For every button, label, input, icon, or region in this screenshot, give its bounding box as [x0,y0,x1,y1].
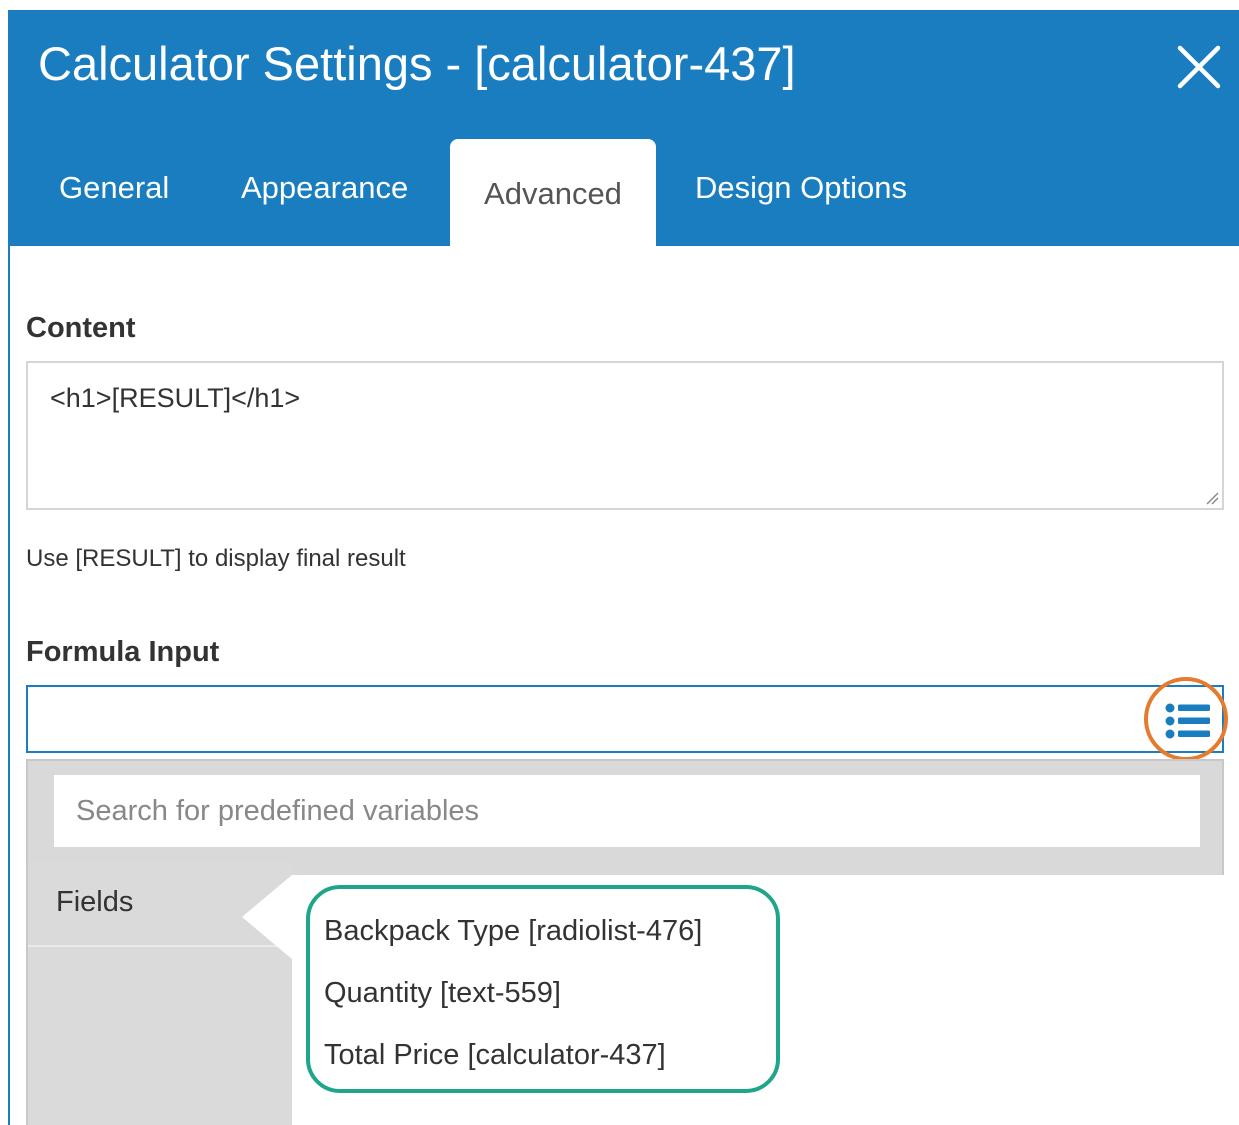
tab-appearance[interactable]: Appearance [241,170,408,206]
list-icon-highlight [1144,677,1228,761]
formula-input-label: Formula Input [26,636,220,668]
formula-input[interactable] [26,685,1224,753]
tab-design-options[interactable]: Design Options [695,170,907,206]
calculator-settings-dialog: Calculator Settings - [calculator-437] G… [8,10,1239,1125]
dialog-header: Calculator Settings - [calculator-437] G… [10,10,1239,249]
category-label: Fields [56,886,134,918]
variables-dropdown: Fields Backpack Type [radiolist-476] Qua… [26,759,1224,1125]
tab-general[interactable]: General [59,170,169,206]
resize-grip-icon[interactable] [1205,491,1219,505]
variables-search-input[interactable] [54,775,1200,847]
content-label: Content [26,312,136,344]
content-hint: Use [RESULT] to display final result [26,545,406,572]
dialog-title: Calculator Settings - [calculator-437] [38,37,796,90]
variables-search [54,775,1200,847]
content-textarea-value: <h1>[RESULT]</h1> [50,383,301,413]
content-textarea[interactable]: <h1>[RESULT]</h1> [26,361,1224,510]
variables-highlight [306,885,780,1093]
close-icon[interactable] [1176,44,1222,90]
variables-panel-pointer [242,875,292,959]
tab-advanced[interactable]: Advanced [450,139,656,249]
